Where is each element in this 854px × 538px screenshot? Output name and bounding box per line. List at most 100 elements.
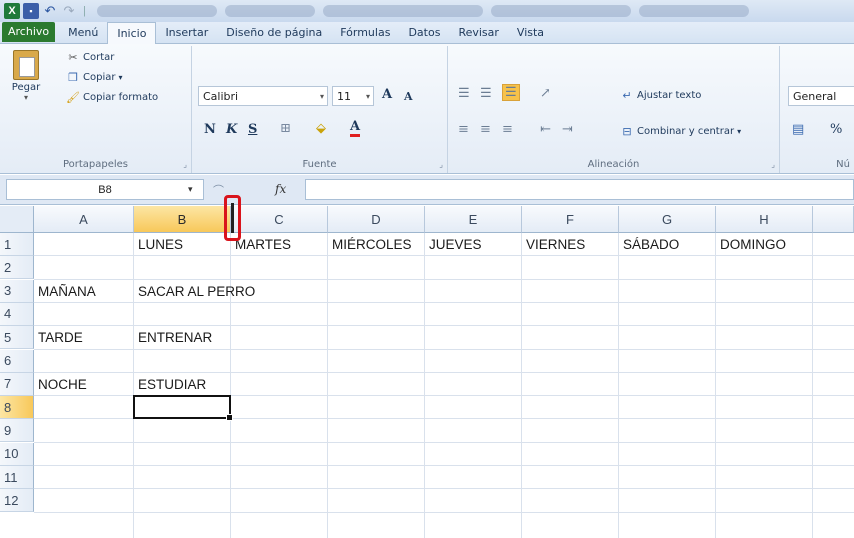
tab-inicio[interactable]: Inicio: [107, 22, 157, 44]
column-header-e[interactable]: E: [425, 206, 522, 233]
gridline-vertical: [812, 233, 813, 538]
currency-icon[interactable]: ▤: [792, 122, 804, 137]
tab-diseno-pagina[interactable]: Diseño de página: [217, 22, 331, 43]
cell-a3[interactable]: MAÑANA: [34, 280, 96, 303]
alignment-group-label: Alineación: [587, 159, 640, 170]
tab-revisar[interactable]: Revisar: [449, 22, 507, 43]
cell-b5[interactable]: ENTRENAR: [134, 326, 212, 349]
align-bottom-icon[interactable]: ☰: [502, 84, 520, 101]
tab-datos[interactable]: Datos: [399, 22, 449, 43]
increase-indent-icon[interactable]: ⇥: [562, 122, 573, 137]
row-header-3[interactable]: 3: [0, 279, 34, 303]
italic-button[interactable]: K: [226, 122, 237, 137]
column-header-h[interactable]: H: [716, 206, 813, 233]
cell-d1[interactable]: MIÉRCOLES: [328, 233, 412, 256]
tab-vista[interactable]: Vista: [508, 22, 553, 43]
clipboard-group: Pegar ▾ ✂ Cortar ❐ Copiar ▾ 🖌 Copiar for…: [0, 46, 192, 173]
align-top-icon[interactable]: ☰: [458, 86, 470, 101]
column-header-g[interactable]: G: [619, 206, 716, 233]
row-header-6[interactable]: 6: [0, 349, 34, 373]
font-group-label: Fuente: [302, 159, 337, 170]
row-header-2[interactable]: 2: [0, 256, 34, 280]
cell-g1[interactable]: SÁBADO: [619, 233, 679, 256]
cell-e1[interactable]: JUEVES: [425, 233, 482, 256]
active-cell-border[interactable]: [133, 395, 233, 422]
align-middle-icon[interactable]: ☰: [480, 86, 492, 101]
column-header-next[interactable]: [813, 206, 854, 233]
dialog-launcher-icon[interactable]: ⌟: [183, 160, 187, 169]
align-right-icon[interactable]: ≡: [502, 122, 513, 137]
row-header-8[interactable]: 8: [0, 396, 34, 420]
copy-button[interactable]: ❐ Copiar ▾: [66, 70, 122, 84]
quick-access-separator: |: [83, 5, 86, 17]
paste-button[interactable]: Pegar ▾: [4, 50, 48, 110]
column-header-a[interactable]: A: [34, 206, 134, 233]
spreadsheet-grid[interactable]: A B C D E F G H 1 2 3 4 5 6 7 8 9 10 11 12 LUNES MARTES MIÉRCO…: [0, 206, 854, 538]
copy-format-label: Copiar formato: [83, 91, 159, 103]
cell-h1[interactable]: DOMINGO: [716, 233, 786, 256]
cell-b1[interactable]: LUNES: [134, 233, 183, 256]
copy-format-button[interactable]: 🖌 Copiar formato: [66, 90, 158, 104]
borders-button[interactable]: ⊞: [280, 121, 291, 136]
cell-b3[interactable]: SACAR AL PERRO: [134, 280, 255, 303]
undo-icon[interactable]: ↶: [42, 3, 58, 19]
gridline-horizontal: [34, 511, 854, 513]
bold-button[interactable]: N: [204, 122, 216, 137]
formula-input[interactable]: [305, 179, 854, 200]
chevron-down-icon: ▾: [23, 93, 28, 102]
tab-archivo[interactable]: Archivo: [2, 22, 56, 42]
merge-center-button[interactable]: ⊟ Combinar y centrar ▾: [620, 124, 741, 138]
align-center-icon[interactable]: ≡: [480, 122, 491, 137]
redo-icon[interactable]: ↷: [61, 3, 77, 19]
font-name-combo[interactable]: Calibri ▾: [198, 86, 328, 106]
number-format-combo[interactable]: General: [788, 86, 854, 106]
wrap-text-button[interactable]: ↵ Ajustar texto: [620, 88, 701, 102]
align-left-icon[interactable]: ≡: [458, 122, 469, 137]
row-header-11[interactable]: 11: [0, 466, 34, 489]
column-header-b[interactable]: B: [134, 206, 231, 233]
decrease-indent-icon[interactable]: ⇤: [540, 122, 551, 137]
row-header-1[interactable]: 1: [0, 233, 34, 256]
clipboard-group-label: Portapapeles: [62, 159, 129, 170]
font-color-button[interactable]: A: [350, 120, 361, 137]
column-header-c[interactable]: C: [231, 206, 328, 233]
font-size-combo[interactable]: 11 ▾: [332, 86, 374, 106]
percent-button[interactable]: %: [830, 122, 842, 137]
select-all-corner[interactable]: [0, 206, 34, 233]
underline-button[interactable]: S: [248, 122, 257, 137]
name-box[interactable]: B8: [6, 179, 204, 200]
insert-function-icon[interactable]: fx: [275, 182, 286, 196]
shrink-font-button[interactable]: A: [404, 90, 413, 103]
cell-a5[interactable]: TARDE: [34, 326, 83, 349]
orientation-icon[interactable]: ↗: [540, 86, 551, 101]
column-header-d[interactable]: D: [328, 206, 425, 233]
excel-logo-icon[interactable]: X: [4, 3, 20, 19]
tab-menu[interactable]: Menú: [59, 22, 107, 43]
row-header-4[interactable]: 4: [0, 302, 34, 326]
grow-font-button[interactable]: A: [382, 87, 392, 102]
tab-formulas[interactable]: Fórmulas: [331, 22, 399, 43]
title-bar: X ▪ ↶ ↷ |: [0, 0, 854, 22]
merge-center-label: Combinar y centrar: [637, 125, 735, 137]
chevron-down-icon[interactable]: ▾: [188, 184, 193, 195]
dialog-launcher-icon[interactable]: ⌟: [439, 160, 443, 169]
row-header-5[interactable]: 5: [0, 326, 34, 350]
column-header-f[interactable]: F: [522, 206, 619, 233]
fill-color-button[interactable]: ⬙: [316, 121, 326, 136]
wrap-text-label: Ajustar texto: [637, 89, 702, 101]
row-header-10[interactable]: 10: [0, 442, 34, 466]
row-header-12[interactable]: 12: [0, 489, 34, 513]
row-header-9[interactable]: 9: [0, 419, 34, 443]
cut-button[interactable]: ✂ Cortar: [66, 50, 114, 64]
cell-f1[interactable]: VIERNES: [522, 233, 585, 256]
gridline-horizontal: [34, 441, 854, 443]
tab-insertar[interactable]: Insertar: [156, 22, 217, 43]
dialog-launcher-icon[interactable]: ⌟: [771, 160, 775, 169]
cell-b7[interactable]: ESTUDIAR: [134, 373, 206, 396]
gridline-vertical: [424, 233, 425, 538]
row-header-7[interactable]: 7: [0, 372, 34, 396]
formula-bar-splitter-icon[interactable]: ⌒: [213, 182, 224, 198]
cell-a7[interactable]: NOCHE: [34, 373, 87, 396]
save-icon[interactable]: ▪: [23, 3, 39, 19]
font-group: Calibri ▾ 11 ▾ A A N K S ⊞ ⬙ A Fuente ⌟: [192, 46, 448, 173]
